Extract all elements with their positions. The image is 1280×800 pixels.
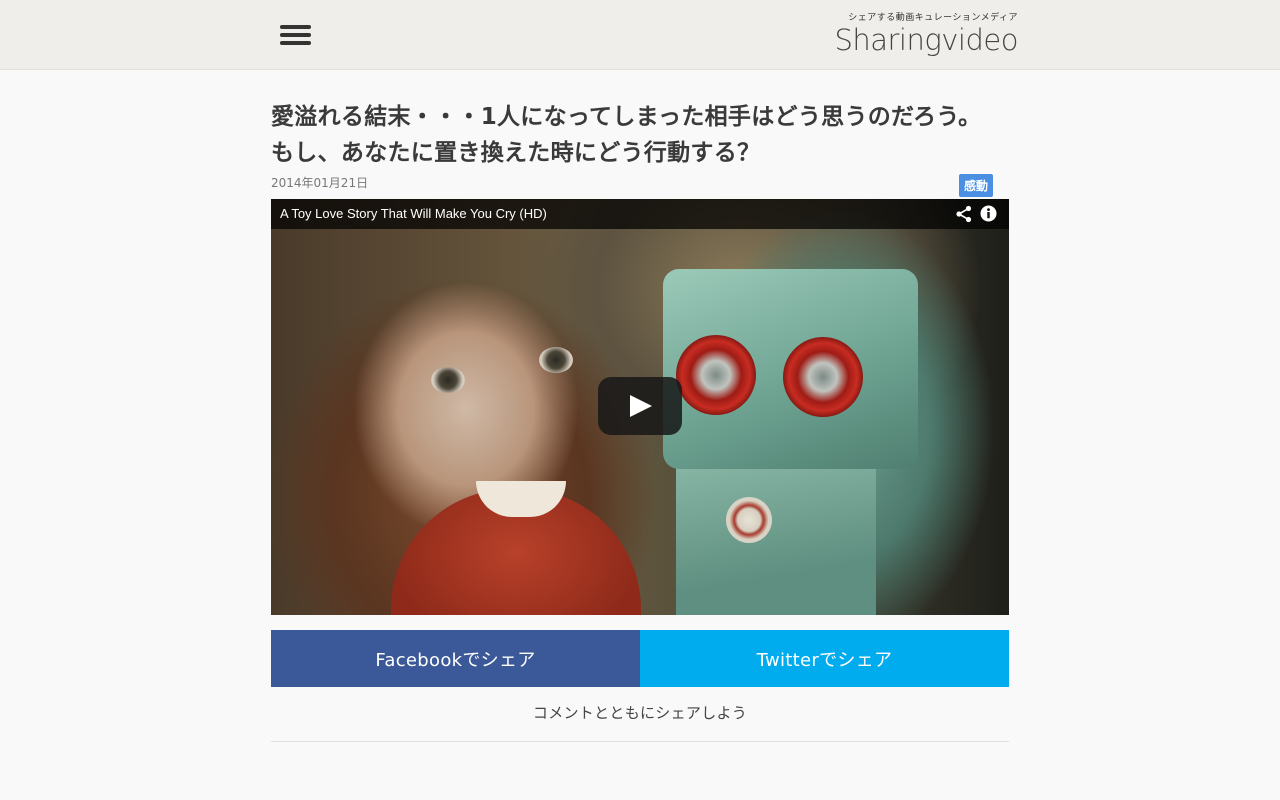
share-comment-hint: コメントとともにシェアしよう xyxy=(532,704,748,722)
facebook-share-button[interactable]: Facebookでシェア xyxy=(271,630,640,687)
article: 愛溢れる結末・・・1人になってしまった相手はどう思うのだろう。 もし、あなたに置… xyxy=(271,69,1009,742)
divider xyxy=(271,741,1009,742)
share-icon[interactable] xyxy=(955,205,973,223)
menu-line xyxy=(280,25,311,29)
thumbnail-robot-eye xyxy=(676,335,756,415)
article-title-line1: 愛溢れる結末・・・1人になってしまった相手はどう思うのだろう。 xyxy=(271,104,982,130)
logo-name: Sharingvideo xyxy=(834,23,1018,57)
share-buttons: Facebookでシェア Twitterでシェア xyxy=(271,630,1009,687)
article-meta: 2014年01月21日 感動 xyxy=(271,171,1009,197)
menu-line xyxy=(280,33,311,37)
video-title-bar: A Toy Love Story That Will Make You Cry … xyxy=(271,199,1009,229)
site-logo[interactable]: シェアする動画キュレーションメディア Sharingvideo xyxy=(834,12,1018,56)
hamburger-menu-icon[interactable] xyxy=(280,24,312,46)
thumbnail-robot-eye xyxy=(783,337,863,417)
thumbnail-robot-body xyxy=(676,444,876,615)
thumbnail-robot-dial xyxy=(726,497,772,543)
site-header: シェアする動画キュレーションメディア Sharingvideo xyxy=(0,0,1280,70)
thumbnail-doll-eye xyxy=(539,347,573,373)
play-button[interactable] xyxy=(598,377,682,435)
thumbnail-doll-eye xyxy=(431,367,465,393)
article-title: 愛溢れる結末・・・1人になってしまった相手はどう思うのだろう。 もし、あなたに置… xyxy=(271,99,1009,171)
video-title[interactable]: A Toy Love Story That Will Make You Cry … xyxy=(280,206,547,221)
menu-line xyxy=(280,41,311,45)
info-icon[interactable] xyxy=(980,205,997,222)
article-date: 2014年01月21日 xyxy=(271,176,369,190)
video-player[interactable]: A Toy Love Story That Will Make You Cry … xyxy=(271,199,1009,615)
twitter-share-button[interactable]: Twitterでシェア xyxy=(640,630,1009,687)
category-badge[interactable]: 感動 xyxy=(958,174,993,197)
article-title-line2: もし、あなたに置き換えた時にどう行動する？ xyxy=(271,140,761,166)
play-icon xyxy=(630,395,652,417)
